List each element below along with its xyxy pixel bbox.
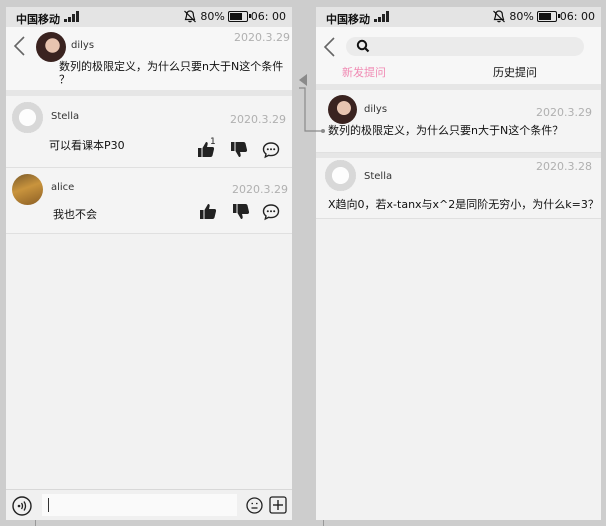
- tab-bar: 新发提问 历史提问: [316, 59, 601, 85]
- like-count: 1: [210, 137, 216, 147]
- question-author[interactable]: dilys: [71, 40, 94, 51]
- search-header: [316, 27, 601, 59]
- avatar[interactable]: [328, 95, 357, 124]
- question-text: 数列的极限定义，为什么只要n大于N这个条件？: [328, 124, 564, 137]
- question-list-screen: 中国移动 80% 06: 00 新发提问 历史提问 dilys 2020.3.2…: [316, 7, 601, 520]
- question-date: 2020.3.28: [536, 160, 592, 173]
- mute-bell-icon: [184, 10, 197, 23]
- status-right: 80% 06: 00: [183, 10, 286, 23]
- back-arrow-icon[interactable]: [12, 35, 28, 57]
- tab-history-questions[interactable]: 历史提问: [493, 64, 537, 80]
- avatar[interactable]: [12, 174, 43, 205]
- text-caret: [48, 498, 49, 512]
- battery-percent: 80%: [200, 10, 225, 23]
- reply-author[interactable]: alice: [51, 182, 74, 193]
- signal-icon: [64, 10, 82, 22]
- thumbs-down-icon[interactable]: [232, 203, 250, 221]
- clock: 06: 00: [559, 10, 595, 23]
- battery-icon: [536, 11, 560, 22]
- question-card[interactable]: dilys 2020.3.29 数列的极限定义，为什么只要n大于N这个条件？: [316, 90, 601, 153]
- question-header: dilys 2020.3.29 数列的极限定义，为什么只要n大于N这个条件 ？: [6, 27, 292, 90]
- reply-date: 2020.3.29: [230, 113, 286, 126]
- carrier-name: 中国移动: [16, 13, 60, 26]
- question-card[interactable]: Stella 2020.3.28 X趋向0，若x-tanx与x^2是同阶无穷小，…: [316, 158, 601, 219]
- question-text: X趋向0，若x-tanx与x^2是同阶无穷小，为什么k=3？: [328, 198, 599, 211]
- question-detail-screen: 中国移动 80% 06: 00 dilys 2020.3.29 数列的极限定义，…: [6, 7, 292, 520]
- reply-text: 我也不会: [53, 208, 97, 221]
- question-author[interactable]: Stella: [364, 171, 392, 182]
- question-author[interactable]: dilys: [364, 104, 387, 115]
- reply-item: Stella 2020.3.29 可以看课本P30 1: [6, 96, 292, 168]
- divider: [35, 520, 36, 526]
- question-text-line2: ？: [59, 73, 70, 86]
- status-bar: 中国移动 80% 06: 00: [316, 7, 601, 27]
- back-arrow-icon[interactable]: [322, 36, 338, 58]
- comment-icon[interactable]: [262, 141, 280, 159]
- battery-icon: [227, 11, 251, 22]
- avatar[interactable]: [36, 32, 66, 62]
- question-text-line1: 数列的极限定义，为什么只要n大于N这个条件: [59, 60, 284, 73]
- clock: 06: 00: [250, 10, 286, 23]
- thumbs-up-icon[interactable]: [199, 202, 217, 220]
- mute-bell-icon: [493, 10, 506, 23]
- reply-input-bar: [6, 489, 292, 520]
- battery-percent: 80%: [509, 10, 534, 23]
- tab-new-questions[interactable]: 新发提问: [342, 64, 386, 80]
- carrier-name: 中国移动: [326, 13, 370, 26]
- thumbs-down-icon[interactable]: [230, 141, 248, 159]
- question-date: 2020.3.29: [234, 31, 290, 44]
- status-right: 80% 06: 00: [492, 10, 595, 23]
- reply-text: 可以看课本P30: [49, 139, 125, 152]
- reply-author[interactable]: Stella: [51, 111, 79, 122]
- search-input[interactable]: [346, 37, 584, 56]
- avatar[interactable]: [12, 102, 43, 133]
- status-bar: 中国移动 80% 06: 00: [6, 7, 292, 27]
- divider: [323, 520, 324, 526]
- question-date: 2020.3.29: [536, 106, 592, 119]
- search-icon[interactable]: [356, 39, 370, 53]
- reply-item: alice 2020.3.29 我也不会: [6, 168, 292, 234]
- comment-icon[interactable]: [262, 203, 280, 221]
- plus-icon[interactable]: [269, 496, 287, 514]
- reply-input[interactable]: [42, 494, 237, 516]
- emoji-icon[interactable]: [246, 497, 263, 514]
- voice-icon[interactable]: [12, 496, 32, 516]
- signal-icon: [374, 10, 392, 22]
- reply-date: 2020.3.29: [232, 183, 288, 196]
- avatar[interactable]: [325, 160, 356, 191]
